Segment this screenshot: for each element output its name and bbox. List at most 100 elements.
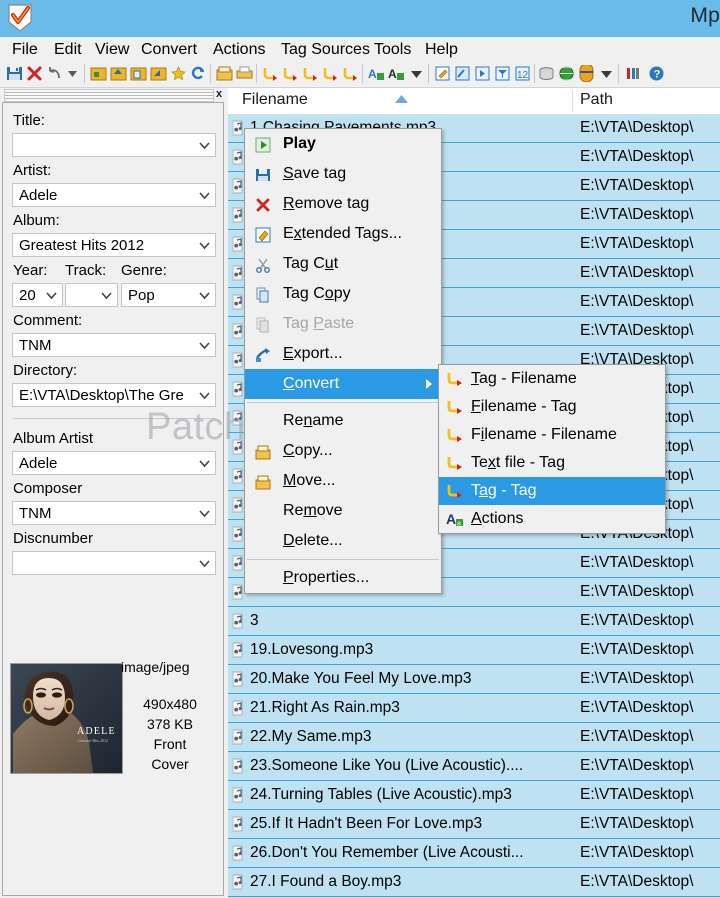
artist-input[interactable]: Adele [12,183,216,207]
menu-tools[interactable]: Tools [370,39,415,60]
album-cover-art[interactable]: ADELE Greatest Hits 2012 [10,663,123,774]
remove-tag-icon[interactable] [26,65,43,82]
table-row[interactable]: 21.Right As Rain.mp3 E:\VTA\Desktop\ [228,694,720,723]
filename-filename-icon[interactable] [302,65,319,82]
context-menu-item-tag-copy[interactable]: Tag Copy [245,279,441,309]
actions-quick-icon[interactable]: A [388,65,405,82]
column-separator[interactable] [572,90,573,112]
filter-icon[interactable] [494,65,511,82]
tag-tag-icon[interactable] [342,65,359,82]
chevron-down-icon[interactable] [198,556,211,571]
submenu-item-tag-tag[interactable]: Tag - Tag [439,477,665,505]
album-input[interactable]: Greatest Hits 2012 [12,233,216,257]
actions-dropdown-icon[interactable] [408,65,425,82]
context-menu-item-move[interactable]: Move... [245,466,441,496]
amazon-icon[interactable] [578,63,595,83]
options-icon[interactable] [624,65,641,82]
open-folder-icon[interactable] [216,65,233,82]
chevron-down-icon[interactable] [45,288,58,303]
chevron-down-icon[interactable] [198,338,211,353]
year-input[interactable]: 20 [12,283,63,307]
album-artist-input[interactable]: Adele [12,451,216,475]
chevron-down-icon[interactable] [198,138,211,153]
title-input[interactable] [12,133,216,157]
chevron-down-icon[interactable] [198,288,211,303]
tag-filename-icon[interactable] [262,65,279,82]
panel-close-button[interactable]: x [213,88,225,101]
add-directory-up-icon[interactable] [110,65,127,82]
web-sources-icon[interactable] [557,65,576,82]
actions-icon[interactable]: A [368,65,385,82]
composer-input[interactable]: TNM [12,501,216,525]
directory-input[interactable]: E:\VTA\Desktop\The Gre [12,383,216,407]
menu-help[interactable]: Help [421,39,462,60]
table-row[interactable]: 19.Lovesong.mp3 E:\VTA\Desktop\ [228,636,720,665]
print-icon[interactable] [236,65,253,82]
context-menu-item-save-tag[interactable]: Save tag [245,159,441,189]
genre-input[interactable]: Pop [121,283,216,307]
column-header-filename[interactable]: Filename [242,91,308,109]
discnumber-input[interactable] [12,551,216,575]
table-row[interactable]: 23.Someone Like You (Live Acoustic).... E… [228,752,720,781]
refresh-icon[interactable] [190,65,207,82]
context-menu-item-export[interactable]: Export... [245,339,441,369]
context-menu-item-delete[interactable]: Delete... [245,526,441,556]
context-menu-item-rename[interactable]: Rename [245,406,441,436]
menu-convert[interactable]: Convert [137,39,201,60]
context-menu-item-convert[interactable]: Convert [245,369,441,399]
submenu-item-text-file-tag[interactable]: Text file - Tag [439,449,665,477]
table-row[interactable]: 3 E:\VTA\Desktop\ [228,607,720,636]
table-row[interactable]: 27.I Found a Boy.mp3 E:\VTA\Desktop\ [228,868,720,897]
table-row[interactable]: 22.My Same.mp3 E:\VTA\Desktop\ [228,723,720,752]
table-row[interactable]: 26.Don't You Remember (Live Acousti... E:… [228,839,720,868]
undo-dropdown-icon[interactable] [64,65,81,82]
help-icon[interactable]: ? [648,65,665,82]
extended-tags-icon[interactable] [434,65,451,82]
menu-tag-sources[interactable]: Tag Sources [277,39,374,60]
chevron-down-icon[interactable] [100,288,113,303]
convert-submenu[interactable]: Tag - Filename Filename - Tag Filename - F… [438,364,666,534]
add-files-icon[interactable] [130,65,147,82]
submenu-item-tag-filename[interactable]: Tag - Filename [439,365,665,393]
context-menu-item-remove[interactable]: Remove [245,496,441,526]
panel-drag-handle[interactable] [4,89,214,102]
chevron-down-icon[interactable] [198,506,211,521]
context-menu-item-properties[interactable]: Properties... [245,563,441,593]
chevron-down-icon[interactable] [198,456,211,471]
track-input[interactable] [65,283,118,307]
textfile-tag-icon[interactable] [322,65,339,82]
filename-tag-icon[interactable] [282,65,299,82]
context-menu-item-extended-tags[interactable]: Extended Tags... [245,219,441,249]
menu-actions[interactable]: Actions [209,39,269,60]
change-directory-icon[interactable] [150,65,167,82]
submenu-item-filename-tag[interactable]: Filename - Tag [439,393,665,421]
context-menu-item-tag-cut[interactable]: Tag Cut [245,249,441,279]
menu-edit[interactable]: Edit [50,39,86,60]
playlist-icon[interactable] [474,65,491,82]
submenu-item-actions[interactable]: Aa Actions [439,505,665,533]
table-row[interactable]: 25.If It Hadn't Been For Love.mp3 E:\VTA\… [228,810,720,839]
auto-numbering-icon[interactable] [454,65,471,82]
save-icon[interactable] [6,65,23,82]
file-context-menu[interactable]: Play Save tag Remove tag Extended Tags... Ta… [244,128,442,594]
context-menu-item-remove-tag[interactable]: Remove tag [245,189,441,219]
column-header-path[interactable]: Path [580,91,613,109]
undo-icon[interactable] [46,65,63,82]
menu-view[interactable]: View [91,39,133,60]
add-directory-icon[interactable] [90,65,107,82]
submenu-item-filename-filename[interactable]: Filename - Filename [439,421,665,449]
comment-input[interactable]: TNM [12,333,216,357]
replace-icon[interactable]: 12 [514,65,531,82]
directory-value: E:\VTA\Desktop\The Gre [19,387,184,404]
table-row[interactable]: 24.Turning Tables (Live Acoustic).mp3 E:\… [228,781,720,810]
table-row[interactable]: 20.Make You Feel My Love.mp3 E:\VTA\Deskt… [228,665,720,694]
chevron-down-icon[interactable] [198,388,211,403]
chevron-down-icon[interactable] [198,188,211,203]
context-menu-item-play[interactable]: Play [245,129,441,159]
tagsources-dropdown-icon[interactable] [598,65,615,82]
freedb-icon[interactable] [538,65,555,82]
favorite-icon[interactable] [170,65,187,82]
chevron-down-icon[interactable] [198,238,211,253]
menu-file[interactable]: File [8,39,42,60]
context-menu-item-copy[interactable]: Copy... [245,436,441,466]
